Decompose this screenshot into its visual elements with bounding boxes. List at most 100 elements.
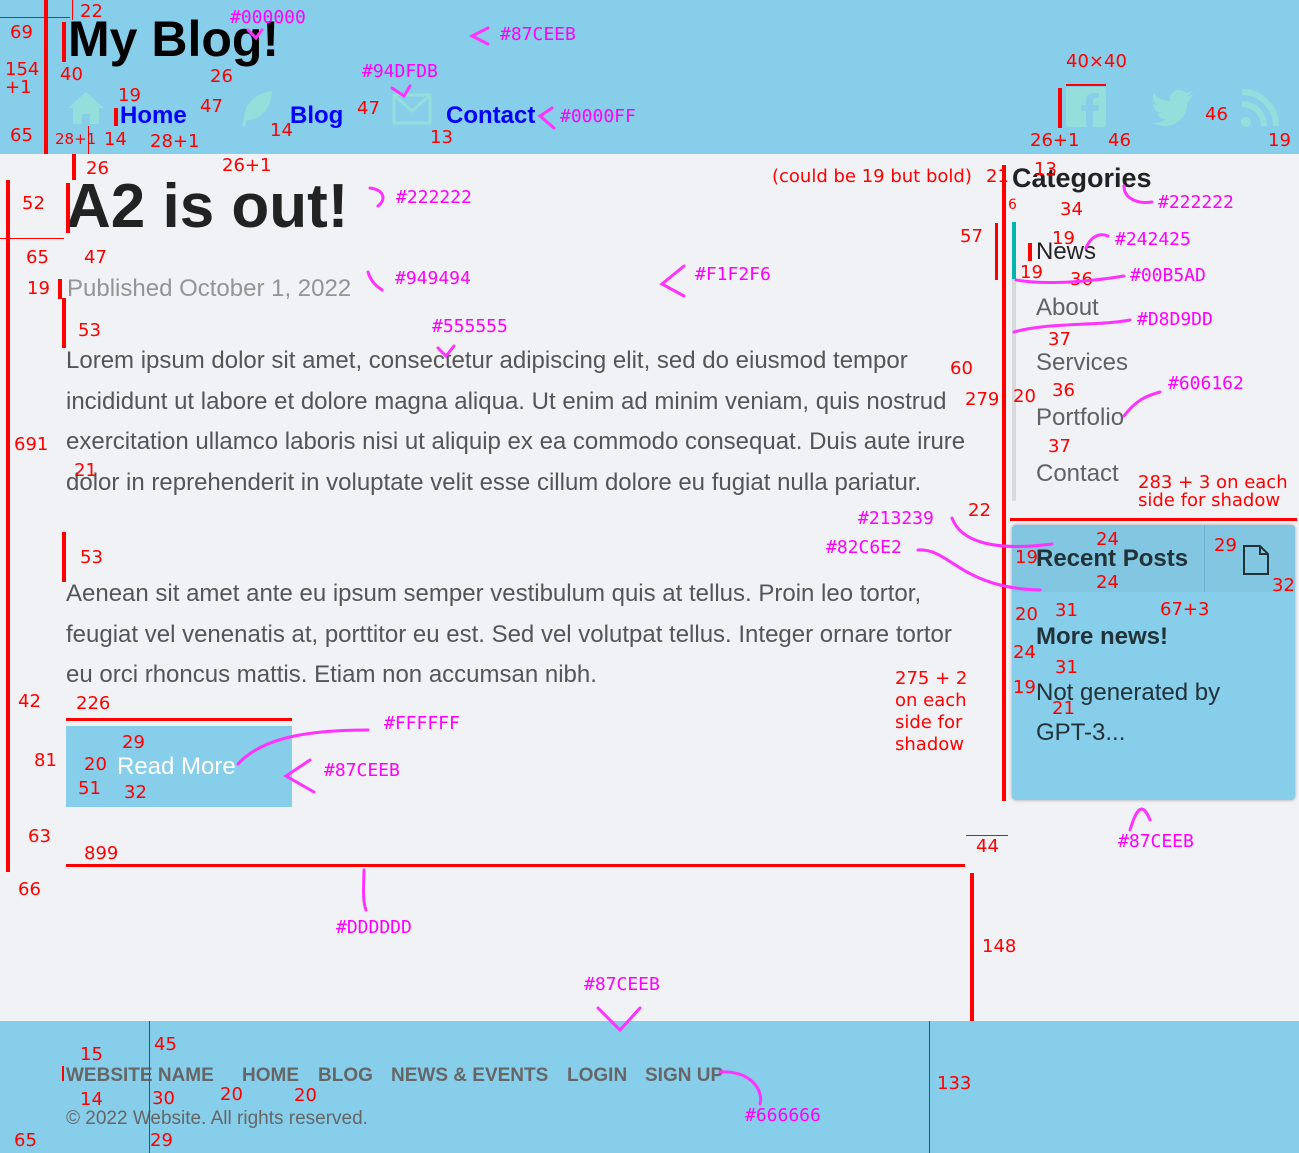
measurement-label: 19 [1052,228,1075,249]
annotation-label: #242425 [1115,229,1191,250]
footer-copyright: © 2022 Website. All rights reserved. [66,1108,368,1129]
measurement-label: 13 [430,127,453,148]
measurement-label: 15 [80,1044,103,1065]
nav-home[interactable]: Home [120,104,187,128]
measurement-label: 20 [1013,386,1036,407]
measurement-label: 29 [122,732,145,753]
category-active-indicator [1012,222,1016,279]
annotation-label: #949494 [395,268,471,289]
measurement-label: 19 [118,85,141,106]
measurement-label: 46 [1205,104,1228,125]
measurement-label: 19 [27,278,50,299]
footer-signup[interactable]: SIGN UP [645,1066,723,1085]
annotation-label: #87CEEB [1118,831,1194,852]
facebook-icon[interactable] [1066,87,1106,127]
measurement-label: 691 [14,434,49,455]
measurement-label: 31 [1055,657,1078,678]
measurement-label: 133 [937,1073,972,1094]
annotation-label: #D8D9DD [1137,309,1213,330]
site-footer: WEBSITE NAME HOME BLOG NEWS & EVENTS LOG… [0,1021,1299,1153]
annotation-label: #DDDDDD [336,917,412,938]
category-portfolio[interactable]: Portfolio [1036,406,1124,430]
measurement-label: 57 [960,226,983,247]
measurement-label: 40×40 [1066,51,1127,72]
measurement-label: 28+1 [150,131,200,152]
measurement-label: 65 [26,247,49,268]
measurement-label: 26 [86,158,109,179]
measurement-label: 36 [1070,269,1093,290]
measurement-label: 53 [78,320,101,341]
footer-login[interactable]: LOGIN [567,1066,627,1085]
twitter-icon[interactable] [1152,90,1194,126]
measurement-label: 67+3 [1160,599,1210,620]
measurement-label: 51 [78,778,101,799]
footer-blog[interactable]: BLOG [318,1066,373,1085]
categories-title: Categories [1012,163,1152,193]
annotation-label: #222222 [396,187,472,208]
header-divider [1204,525,1205,592]
measurement-label: 283 + 3 on each side for shadow [1138,472,1288,511]
measurement-label: 899 [84,843,119,864]
category-contact[interactable]: Contact [1036,462,1119,486]
measurement-label: 26+1 [1030,130,1080,151]
measurement-label: 32 [124,782,147,803]
post-title: A2 is out! [66,172,349,241]
measurement-label: 36 [1052,380,1075,401]
measurement-label: 34 [1060,199,1083,220]
measurement-label: 45 [154,1034,177,1055]
document-icon[interactable] [1241,544,1271,576]
measurement-label: 32 [1272,575,1295,596]
measurement-label: 19 [1013,677,1036,698]
annotation-label: #213239 [858,508,934,529]
annotation-label: #F1F2F6 [695,264,771,285]
category-about[interactable]: About [1036,296,1099,320]
annotation-label: #FFFFFF [384,713,460,734]
envelope-icon[interactable] [392,92,432,126]
measurement-label: 26+1 [222,155,272,176]
footer-news-events[interactable]: NEWS & EVENTS [391,1066,548,1085]
post-date: Published October 1, 2022 [67,275,352,302]
measurement-label: 20 [84,754,107,775]
annotation-label: #222222 [1158,192,1234,213]
post-paragraph: Aenean sit amet ante eu ipsum semper ves… [66,580,952,688]
annotation-label: #82C6E2 [826,537,902,558]
measurement-label: 47 [357,98,380,119]
measurement-label: 154 +1 [5,59,40,98]
measurement-label: 47 [84,247,107,268]
recent-posts-title: Recent Posts [1036,545,1189,572]
measurement-label: 14 [270,120,293,141]
rss-icon[interactable] [1240,88,1280,128]
measurement-label: 65 [10,125,33,146]
nav-contact[interactable]: Contact [446,104,535,128]
measurement-label: 21 [1052,698,1075,719]
measurement-label: 24 [1013,642,1036,663]
measurement-label: 69 [10,22,33,43]
measurement-label: 40 [60,64,83,85]
measurement-label: 29 [150,1130,173,1151]
measurement-label: 44 [976,836,999,857]
measurement-label: 14 [104,129,127,150]
annotation-label: #87CEEB [584,974,660,995]
measurement-label: 63 [28,826,51,847]
measurement-label: 26 [210,66,233,87]
measurement-label: 31 [1055,600,1078,621]
measurement-label: 19 [1015,547,1038,568]
measurement-label: 30 [152,1088,175,1109]
measurement-label: 279 [965,389,1000,410]
measurement-label: 47 [200,96,223,117]
measurement-label: 20 [220,1084,243,1105]
footer-home[interactable]: HOME [242,1066,299,1085]
footer-website-name[interactable]: WEBSITE NAME [66,1066,214,1085]
category-services[interactable]: Services [1036,351,1128,375]
annotation-label: #87CEEB [500,24,576,45]
recent-post-title[interactable]: More news! [1036,625,1168,649]
nav-blog[interactable]: Blog [290,104,343,128]
measurement-label: 28+1 [55,130,97,148]
annotation-label: #00B5AD [1130,265,1206,286]
measurement-label: 42 [18,691,41,712]
measurement-label: 81 [34,750,57,771]
measurement-label: 13 [1034,159,1057,180]
measurement-label: 226 [76,693,111,714]
measurement-label: 14 [80,1089,103,1110]
home-icon[interactable] [66,88,106,128]
